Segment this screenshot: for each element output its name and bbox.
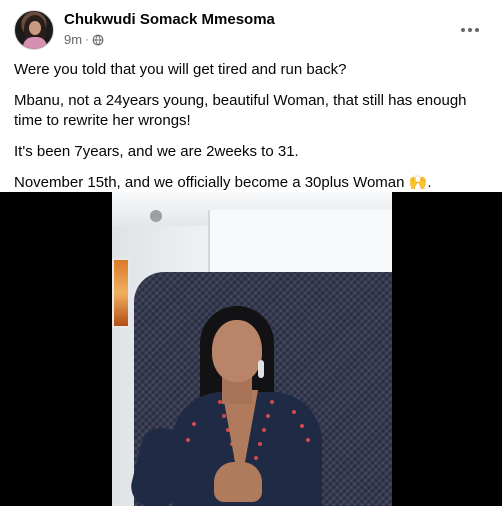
post-paragraph: Mbanu, not a 24years young, beautiful Wo… — [14, 92, 467, 129]
more-options-button[interactable] — [454, 16, 486, 44]
wall-art — [112, 258, 130, 328]
globe-icon — [92, 34, 104, 45]
more-options-icon — [461, 28, 479, 32]
post-paragraph: November 15th, and we officially become … — [14, 174, 432, 191]
post-meta: 9m · — [64, 32, 104, 47]
video-frame — [112, 192, 392, 506]
post-paragraph: Were you told that you will get tired an… — [14, 61, 347, 78]
post-paragraph: It's been 7years, and we are 2weeks to 3… — [14, 143, 299, 160]
post-video[interactable] — [0, 192, 502, 506]
meta-separator: · — [85, 33, 89, 46]
author-name[interactable]: Chukwudi Somack Mmesoma — [64, 11, 275, 28]
post-timestamp[interactable]: 9m — [64, 32, 82, 47]
post-message: Were you told that you will get tired an… — [14, 60, 492, 204]
feed-post: Chukwudi Somack Mmesoma 9m · Were you to… — [0, 0, 502, 506]
post-header: Chukwudi Somack Mmesoma 9m · — [14, 10, 492, 54]
author-avatar[interactable] — [14, 10, 54, 50]
